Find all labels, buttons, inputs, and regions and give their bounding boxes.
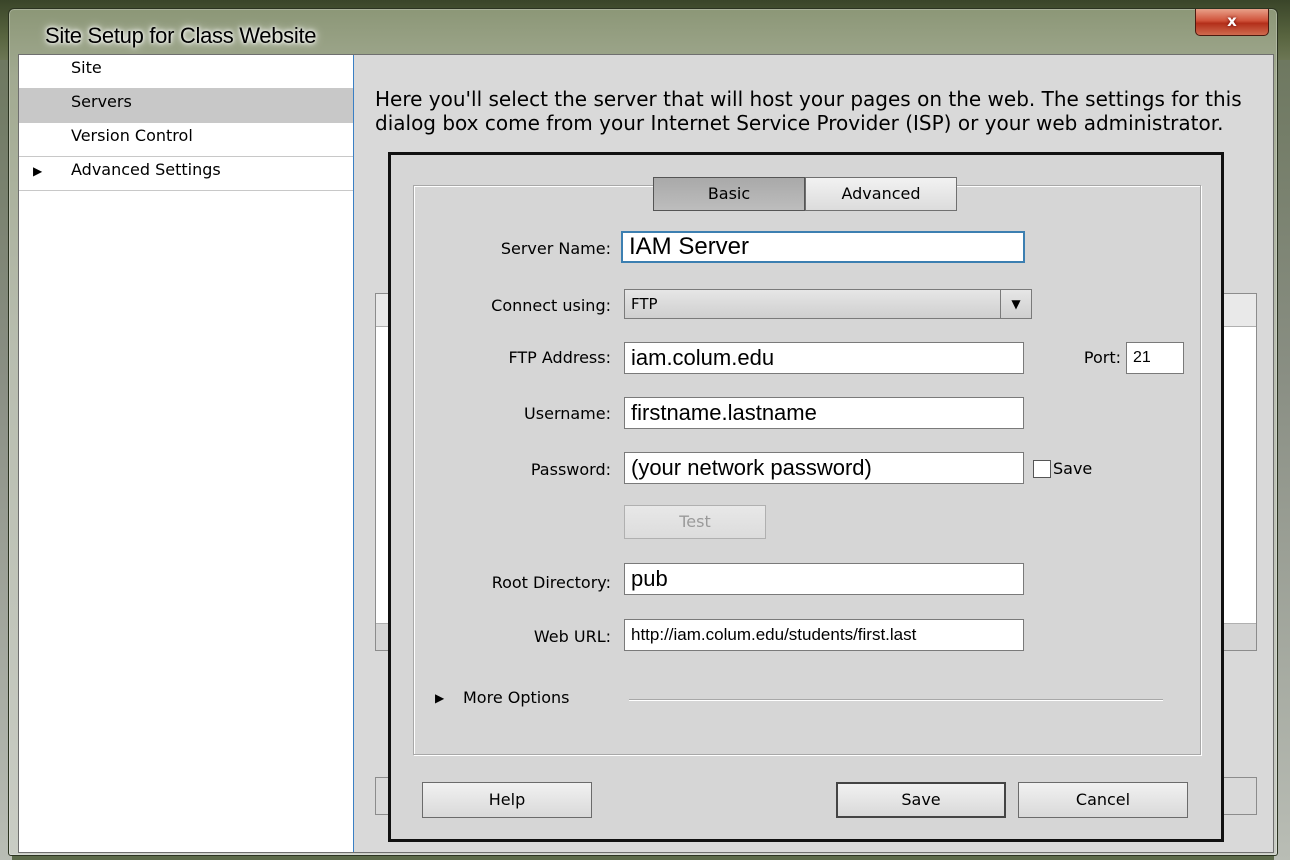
sidebar-item-site[interactable]: Site — [19, 55, 353, 89]
connect-using-value: FTP — [631, 295, 658, 313]
password-label: Password: — [530, 460, 611, 479]
server-name-input[interactable]: IAM Server — [621, 231, 1025, 263]
expand-arrow-icon[interactable]: ▶ — [33, 154, 42, 188]
root-directory-input[interactable]: pub — [624, 563, 1024, 595]
cancel-button[interactable]: Cancel — [1018, 782, 1188, 818]
test-button[interactable]: Test — [624, 505, 766, 539]
servers-intro-text: Here you'll select the server that will … — [375, 87, 1242, 135]
save-button[interactable]: Save — [836, 782, 1006, 818]
port-label: Port: — [1083, 348, 1121, 367]
web-url-input[interactable]: http://iam.colum.edu/students/first.last — [624, 619, 1024, 651]
username-label: Username: — [524, 404, 611, 423]
more-options-separator — [629, 699, 1163, 700]
web-url-label: Web URL: — [533, 627, 611, 646]
dropdown-arrow-icon[interactable]: ▼ — [1000, 290, 1031, 318]
more-options-arrow-icon[interactable]: ▶ — [435, 691, 444, 705]
save-password-label: Save — [1053, 459, 1093, 478]
window-title: Site Setup for Class Website — [45, 23, 317, 48]
root-directory-label: Root Directory: — [491, 573, 611, 592]
connect-using-select[interactable]: FTP ▼ — [624, 289, 1032, 319]
sidebar-item-version-control[interactable]: Version Control — [19, 123, 353, 157]
tab-advanced[interactable]: Advanced — [805, 177, 957, 211]
port-input[interactable]: 21 — [1126, 342, 1184, 374]
category-sidebar: Site Servers Version Control ▶ Advanced … — [19, 55, 354, 852]
sidebar-item-advanced-settings[interactable]: ▶ Advanced Settings — [19, 157, 353, 191]
sidebar-item-label: Servers — [71, 92, 132, 111]
sidebar-item-label: Version Control — [71, 126, 193, 145]
ftp-address-label: FTP Address: — [508, 348, 611, 367]
sidebar-item-servers[interactable]: Servers — [19, 89, 353, 123]
tab-basic[interactable]: Basic — [653, 177, 805, 211]
sidebar-item-label: Site — [71, 58, 102, 77]
close-button[interactable]: x — [1195, 9, 1269, 36]
save-password-checkbox[interactable] — [1033, 460, 1051, 478]
sidebar-item-label: Advanced Settings — [71, 160, 221, 179]
help-button[interactable]: Help — [422, 782, 592, 818]
server-name-label: Server Name: — [500, 239, 611, 258]
username-input[interactable]: firstname.lastname — [624, 397, 1024, 429]
connect-using-label: Connect using: — [491, 296, 611, 315]
more-options-label[interactable]: More Options — [463, 688, 569, 707]
server-settings-dialog: Basic Advanced Server Name: IAM Server C… — [388, 152, 1224, 842]
close-icon: x — [1227, 12, 1237, 30]
password-input[interactable]: (your network password) — [624, 452, 1024, 484]
